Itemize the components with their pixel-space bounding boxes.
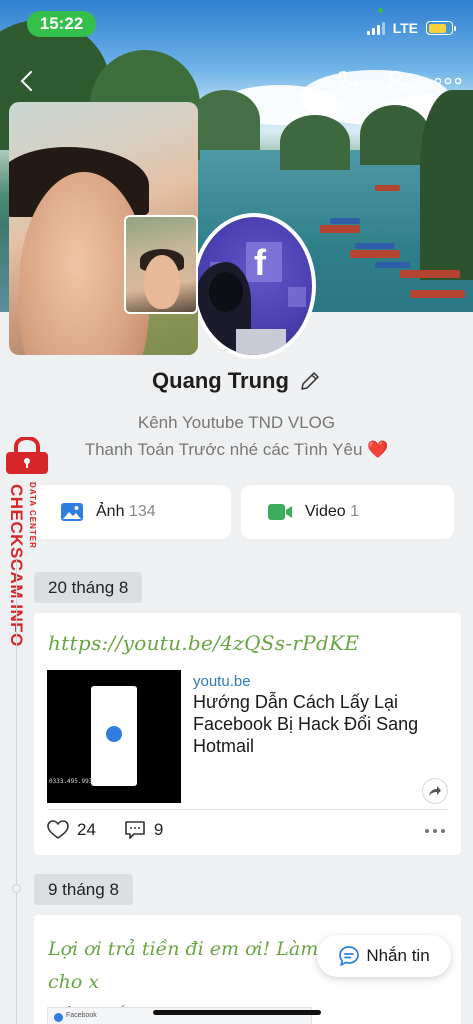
cover-boat [410,290,465,298]
avatar[interactable]: f [192,213,316,359]
like-count: 24 [77,820,96,839]
post-divider [47,809,448,810]
recording-indicator [378,8,383,13]
videos-tab[interactable]: Video 1 [241,485,454,539]
post-image-caption: Facebook [66,1012,97,1019]
more-options-button[interactable] [432,66,464,96]
video-call-window[interactable] [9,102,198,355]
ellipsis-icon [434,77,462,85]
comment-count: 9 [153,820,164,839]
status-indicators: LTE [366,17,456,39]
profile-name-row: Quang Trung [0,368,473,394]
videos-count: 1 [350,503,359,520]
home-indicator[interactable] [153,1010,321,1015]
videos-tab-label: Video [305,503,346,520]
watermark-lock-icon [4,435,50,475]
photos-count: 134 [128,503,156,520]
hacker-avatar-image: f [196,242,306,355]
network-type: LTE [392,20,418,36]
heart-icon[interactable] [47,820,69,840]
call-button[interactable] [332,66,364,96]
link-thumbnail[interactable]: 0333.495.993 [47,670,181,803]
timeline-dot [12,884,21,893]
signal-icon [366,21,385,35]
user-settings-button[interactable] [383,66,415,96]
bio-line-2: Thanh Toán Trước nhé các Tình Yêu ❤️ [84,440,389,459]
status-time: 15:22 [27,11,96,37]
profile-name: Quang Trung [152,368,289,393]
cover-boat [400,270,460,278]
date-badge: 9 tháng 8 [34,874,133,905]
back-button[interactable] [10,66,42,96]
post-text-line-1: Lợi ơi trả tiền đi em ơi! Làm cho x [48,938,319,993]
photo-icon [61,503,83,521]
link-title[interactable]: Hướng Dẫn Cách Lấy Lại Facebook Bị Hack … [193,691,443,757]
cover-hill [190,90,260,150]
cover-boat [375,262,410,268]
battery-icon [426,21,456,35]
chevron-left-icon [20,71,32,91]
chat-bubble-icon [339,946,360,966]
thumbnail-app-icon [106,726,122,742]
timeline-line [16,560,17,1024]
date-badge: 20 tháng 8 [34,572,143,603]
cover-boat [350,250,400,258]
post-more-button[interactable] [425,829,445,833]
post-actions: 24 9 [47,820,163,840]
cover-boat [320,225,360,233]
post-text-link[interactable]: https://youtu.be/4zQSs-rPdKE [48,631,359,655]
post-card[interactable]: https://youtu.be/4zQSs-rPdKE 0333.495.99… [34,613,461,855]
photos-tab[interactable]: Ảnh 134 [34,485,231,539]
bio-line-1: Kênh Youtube TND VLOG [137,413,336,432]
link-domain: youtu.be [193,673,251,690]
share-arrow-icon [429,786,441,796]
video-icon [268,504,292,520]
cover-hill [280,115,350,170]
user-gear-icon [387,70,410,92]
photos-tab-label: Ảnh [96,503,125,520]
message-button[interactable]: Nhắn tin [317,935,451,977]
watermark-subtext: DATA CENTER [28,482,37,549]
comment-icon[interactable] [124,820,146,840]
phone-icon [338,71,358,91]
thumbnail-phone-screen [91,686,137,786]
cover-hill [420,90,473,280]
share-button[interactable] [422,778,448,804]
thumbnail-caption: 0333.495.993 [49,778,93,785]
facebook-logo-icon [54,1013,63,1022]
self-preview-face [144,255,180,309]
edit-pencil-icon[interactable] [299,370,321,392]
self-preview[interactable] [124,215,198,314]
message-button-label: Nhắn tin [366,946,430,965]
svg-text:f: f [254,242,267,283]
cover-boat [355,243,395,249]
cover-boat [330,218,360,224]
cover-boat [375,185,400,191]
